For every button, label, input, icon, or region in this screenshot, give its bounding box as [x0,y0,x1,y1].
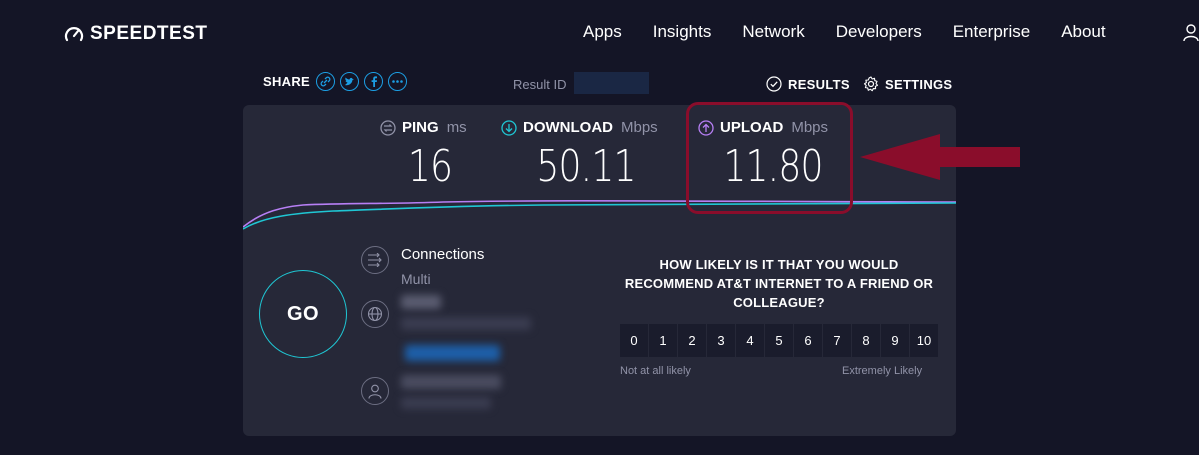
provider-name-redacted [401,375,501,389]
gear-icon [863,76,879,92]
results-button[interactable]: RESULTS [766,76,850,92]
share-label: SHARE [263,74,311,89]
more-icon[interactable] [388,72,408,91]
connections-value[interactable]: Multi [401,271,431,287]
result-id-value-redacted[interactable] [574,72,649,94]
globe-icon [361,300,389,328]
scale-option-8[interactable]: 8 [852,324,880,357]
results-label: RESULTS [788,76,850,92]
user-circle-icon [361,377,389,405]
scale-option-0[interactable]: 0 [620,324,648,357]
survey-question: HOW LIKELY IS IT THAT YOU WOULD RECOMMEN… [624,257,934,310]
ping-unit: ms [446,119,467,136]
scale-option-4[interactable]: 4 [736,324,764,357]
scale-low-label: Not at all likely [620,365,691,377]
provider-location-redacted [401,397,491,409]
user-icon[interactable] [1183,24,1199,42]
scale-option-5[interactable]: 5 [765,324,793,357]
logo-text: SPEEDTEST [90,23,208,44]
nav-insights[interactable]: Insights [653,22,712,42]
server-link-redacted[interactable] [405,345,500,361]
scale-option-3[interactable]: 3 [707,324,735,357]
survey-scale: 0 1 2 3 4 5 6 7 8 9 10 [620,324,938,357]
scale-option-7[interactable]: 7 [823,324,851,357]
scale-option-6[interactable]: 6 [794,324,822,357]
scale-option-2[interactable]: 2 [678,324,706,357]
scale-high-label: Extremely Likely [842,365,923,377]
isp-name-redacted [401,295,441,309]
settings-label: SETTINGS [885,76,953,92]
gauge-icon [64,27,84,42]
facebook-icon[interactable] [364,72,384,91]
ping-label: PING [402,119,439,136]
nav-about[interactable]: About [1061,22,1105,42]
isp-detail-redacted [401,317,531,330]
speedtest-logo[interactable]: SPEEDTEST [64,23,207,45]
nav-network[interactable]: Network [742,22,804,42]
share-bar: SHARE [263,72,412,91]
ping-icon [380,119,396,136]
download-label: DOWNLOAD [523,119,613,136]
annotation-arrow-icon [860,134,1020,180]
check-circle-icon [766,76,782,92]
main-nav: Apps Insights Network Developers Enterpr… [583,22,1106,42]
ping-metric: PING ms 16 [380,119,480,192]
result-id-label: Result ID [513,77,567,92]
scale-option-1[interactable]: 1 [649,324,677,357]
twitter-icon[interactable] [340,72,360,91]
scale-option-10[interactable]: 10 [910,324,938,357]
connections-label: Connections [401,246,485,263]
connections-icon [361,246,389,274]
download-icon [501,119,517,136]
go-button[interactable]: GO [259,270,347,358]
nav-enterprise[interactable]: Enterprise [953,22,1030,42]
download-metric: DOWNLOAD Mbps 50.11 [501,119,671,192]
upload-highlight-box [686,102,853,214]
download-unit: Mbps [621,119,658,136]
nav-developers[interactable]: Developers [836,22,922,42]
settings-button[interactable]: SETTINGS [863,76,952,92]
link-icon[interactable] [316,72,336,91]
scale-option-9[interactable]: 9 [881,324,909,357]
nav-apps[interactable]: Apps [583,22,622,42]
